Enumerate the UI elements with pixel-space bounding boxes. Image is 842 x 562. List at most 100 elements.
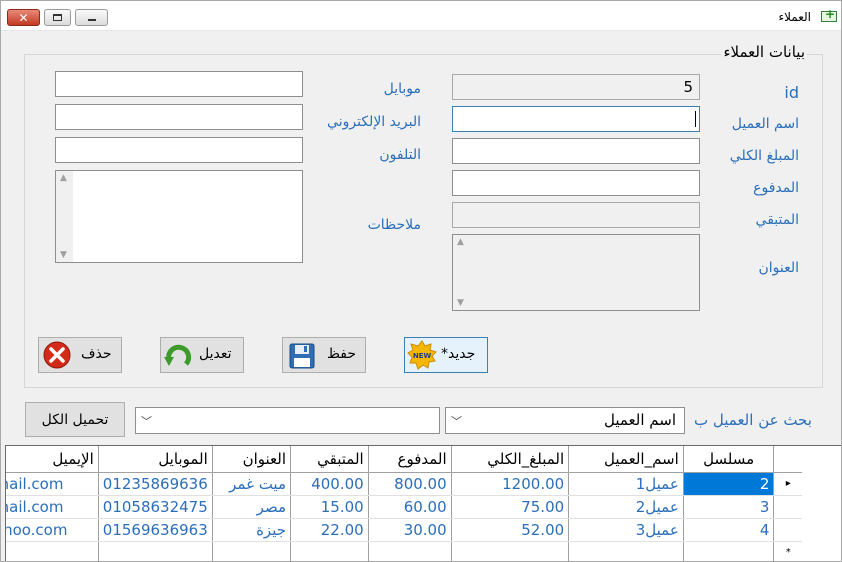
scroll-up-icon[interactable]: ▲ (60, 173, 67, 183)
cell-address[interactable]: مصر (212, 495, 292, 519)
close-button[interactable]: ✕ (7, 9, 40, 26)
cell-serial[interactable]: 3 (683, 495, 775, 519)
id-field[interactable]: 5 (452, 74, 700, 100)
new-badge-icon: NEW (407, 340, 437, 370)
load-all-button[interactable]: تحميل الكل (25, 402, 125, 437)
delete-x-icon (43, 341, 71, 369)
save-button[interactable]: حفظ (282, 337, 366, 373)
phone-field[interactable] (55, 137, 303, 163)
cell-address[interactable] (212, 541, 292, 561)
customer-name-field[interactable] (452, 106, 700, 132)
notes-field[interactable]: ▲ ▼ (55, 170, 303, 263)
search-query-combo[interactable]: ﹀ (135, 407, 440, 434)
close-icon: ✕ (18, 10, 29, 25)
cell-name[interactable]: عميل1 (568, 472, 684, 496)
minimize-button[interactable] (75, 9, 108, 26)
total-amount-label: المبلغ الكلي (729, 148, 799, 164)
total-amount-field[interactable] (452, 138, 700, 164)
customer-name-label: اسم العميل (731, 116, 799, 132)
cell-address[interactable]: جيزة (212, 518, 292, 542)
cell-paid[interactable]: 30.00 (368, 518, 452, 542)
email-field[interactable] (55, 104, 303, 130)
cell-mobile[interactable] (98, 541, 213, 561)
cell-remaining[interactable]: 400.00 (290, 472, 369, 496)
column-header-remaining[interactable]: المتبقي (290, 446, 369, 473)
cell-remaining[interactable] (290, 541, 369, 561)
column-header-address[interactable]: العنوان (212, 446, 292, 473)
cell-address[interactable]: ميت غمر (212, 472, 292, 496)
new-table-row[interactable]: * (6, 541, 802, 561)
email-label: البريد الإلكتروني (327, 114, 421, 130)
cell-serial[interactable] (683, 541, 775, 561)
current-row-indicator-icon[interactable]: ▸ (773, 472, 802, 496)
column-header-email[interactable]: الإيميل (6, 446, 99, 473)
cell-total[interactable] (451, 541, 570, 561)
refresh-arrow-icon (164, 344, 192, 366)
table-row[interactable]: @yahoo.com 01569636963 جيزة 22.00 30.00 … (6, 518, 802, 542)
cell-serial-selected[interactable]: 2 (683, 472, 775, 496)
maximize-icon (53, 14, 62, 21)
remaining-field[interactable] (452, 202, 700, 228)
notes-scrollbar[interactable]: ▲ ▼ (56, 171, 73, 262)
cell-remaining[interactable]: 22.00 (290, 518, 369, 542)
delete-button[interactable]: حذف (38, 337, 122, 373)
mobile-field[interactable] (55, 71, 303, 97)
cell-name[interactable]: عميل2 (568, 495, 684, 519)
phone-label: التلفون (379, 147, 421, 163)
row-header[interactable] (773, 495, 802, 519)
cell-email[interactable]: @gmail.com (6, 472, 99, 496)
row-header[interactable] (773, 518, 802, 542)
scroll-down-icon[interactable]: ▼ (457, 298, 464, 308)
mobile-label: موبايل (383, 81, 421, 97)
column-header-name[interactable]: اسم_العميل (568, 446, 684, 473)
cell-serial[interactable]: 4 (683, 518, 775, 542)
column-header-total[interactable]: المبلغ_الكلي (451, 446, 570, 473)
paid-field[interactable] (452, 170, 700, 196)
minimize-icon (87, 18, 96, 21)
text-caret (695, 111, 696, 127)
new-button[interactable]: NEW *جديد (404, 337, 488, 373)
cell-mobile[interactable]: 01235869636 (98, 472, 213, 496)
cell-remaining[interactable]: 15.00 (290, 495, 369, 519)
new-row-indicator-icon[interactable]: * (773, 541, 802, 561)
cell-total[interactable]: 75.00 (451, 495, 570, 519)
column-header-mobile[interactable]: الموبايل (98, 446, 213, 473)
cell-paid[interactable]: 60.00 (368, 495, 452, 519)
cell-total[interactable]: 1200.00 (451, 472, 570, 496)
customers-grid[interactable]: الإيميل الموبايل العنوان المتبقي المدفوع… (5, 445, 841, 561)
column-header-serial[interactable]: مسلسل (683, 446, 775, 473)
maximize-button[interactable] (44, 9, 71, 26)
cell-email[interactable] (6, 541, 99, 561)
address-field[interactable]: ▲ ▼ (452, 234, 700, 311)
customers-window: ✕ العملاء بيانات العملاء id اسم العميل ا… (0, 0, 842, 562)
cell-paid[interactable] (368, 541, 452, 561)
search-field-select[interactable]: ﹀ اسم العميل (445, 407, 685, 434)
address-scrollbar[interactable]: ▲ ▼ (453, 235, 470, 310)
delete-button-label: حذف (81, 346, 112, 362)
cell-mobile[interactable]: 01058632475 (98, 495, 213, 519)
row-header-corner (773, 446, 802, 473)
search-by-label: بحث عن العميل ب (694, 411, 812, 429)
column-header-paid[interactable]: المدفوع (368, 446, 452, 473)
cell-name[interactable] (568, 541, 684, 561)
cell-email[interactable]: @yahoo.com (6, 518, 99, 542)
table-row[interactable]: @gmail.com 01235869636 ميت غمر 400.00 80… (6, 472, 802, 496)
group-title: بيانات العملاء (721, 43, 807, 61)
notes-label: ملاحظات (367, 217, 421, 233)
paid-label: المدفوع (753, 180, 799, 196)
edit-button-label: تعديل (199, 346, 232, 362)
scroll-up-icon[interactable]: ▲ (457, 237, 464, 247)
edit-button[interactable]: تعديل (160, 337, 244, 373)
cell-mobile[interactable]: 01569636963 (98, 518, 213, 542)
title-bar: ✕ العملاء (1, 1, 841, 31)
cell-name[interactable]: عميل3 (568, 518, 684, 542)
chevron-down-icon: ﹀ (141, 415, 152, 428)
save-button-label: حفظ (327, 346, 357, 362)
svg-text:NEW: NEW (413, 352, 432, 360)
cell-total[interactable]: 52.00 (451, 518, 570, 542)
chevron-down-icon: ﹀ (451, 415, 462, 428)
table-row[interactable]: @gmail.com 01058632475 مصر 15.00 60.00 7… (6, 495, 802, 519)
scroll-down-icon[interactable]: ▼ (60, 250, 67, 260)
cell-paid[interactable]: 800.00 (368, 472, 452, 496)
cell-email[interactable]: @gmail.com (6, 495, 99, 519)
